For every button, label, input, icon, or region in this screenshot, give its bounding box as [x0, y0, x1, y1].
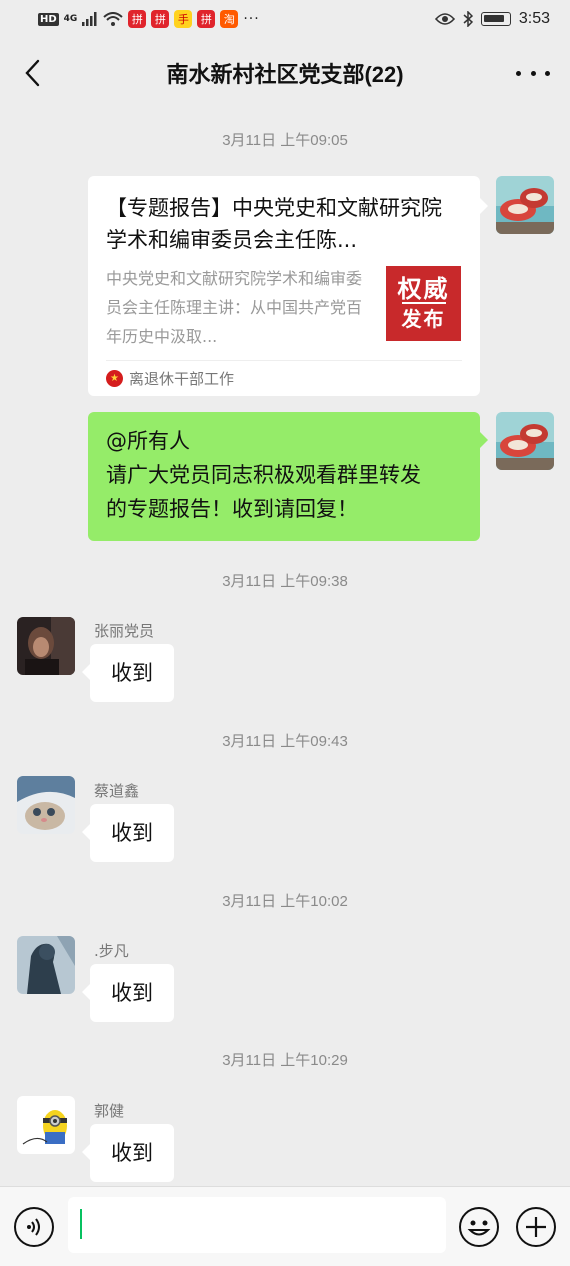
shared-article-card[interactable]: 【专题报告】中央党史和文献研究院学术和编审委员会主任陈... 中央党史和文献研究… [88, 176, 488, 396]
pinduoduo-app-icon: 拼 [197, 10, 216, 28]
chevron-left-icon [25, 59, 40, 87]
avatar-image [17, 617, 75, 675]
more-dot-icon [545, 70, 550, 76]
message-line: 请广大党员同志积极观看群里转发 [106, 463, 421, 487]
avatar-sender[interactable] [17, 936, 75, 994]
chat-title: 南水新村社区党支部(22) [166, 62, 404, 87]
avatar-self[interactable] [496, 176, 554, 234]
sender-name: .步凡 [94, 942, 129, 960]
message-text: 收到 [111, 821, 153, 845]
article-title: 【专题报告】中央党史和文献研究院学术和编审委员会主任陈... [106, 196, 442, 252]
article-source: ★ 离退休干部工作 [106, 360, 462, 396]
emoji-button[interactable] [459, 1207, 499, 1247]
more-notifications-icon: ··· [243, 11, 260, 27]
more-dot-icon [530, 70, 536, 76]
eye-icon [434, 13, 455, 25]
sender-name: 郭健 [94, 1102, 125, 1120]
message-timestamp: 3月11日 上午10:29 [222, 1052, 348, 1069]
status-right: 3:53 [434, 10, 550, 28]
avatar-sender[interactable] [17, 1096, 75, 1154]
received-message-bubble[interactable]: 收到 [82, 644, 174, 702]
text-cursor [80, 1209, 82, 1239]
pinduoduo-app-icon: 拼 [151, 10, 170, 28]
message-timestamp: 3月11日 上午09:43 [222, 733, 348, 750]
thumbnail-text-bottom: 发布 [401, 301, 446, 332]
more-options-button[interactable] [516, 60, 550, 86]
avatar-image [496, 176, 554, 234]
article-source-name: 离退休干部工作 [129, 370, 235, 388]
emoji-icon [467, 1220, 491, 1236]
chat-header: 南水新村社区党支部(22) [0, 38, 570, 108]
sender-name: 蔡道鑫 [94, 782, 140, 800]
network-type: 4G [63, 14, 78, 24]
avatar-sender[interactable] [17, 776, 75, 834]
received-message-bubble[interactable]: 收到 [82, 964, 174, 1022]
message-timestamp: 3月11日 上午09:05 [222, 132, 348, 149]
article-thumbnail: 权威 发布 [386, 266, 461, 341]
clock: 3:53 [518, 10, 550, 27]
voice-icon [27, 1218, 40, 1236]
message-text: 收到 [111, 981, 153, 1005]
signal-icon [82, 12, 97, 26]
battery-icon [480, 12, 511, 26]
message-timestamp: 3月11日 上午09:38 [222, 573, 348, 590]
message-text: 收到 [111, 661, 153, 685]
avatar-image [17, 936, 75, 994]
avatar-self[interactable] [496, 412, 554, 470]
kuaishou-app-icon: 手 [174, 10, 193, 28]
avatar-image [496, 412, 554, 470]
message-input[interactable] [68, 1197, 446, 1253]
thumbnail-text-top: 权威 [397, 274, 450, 303]
hd-indicator: HD [38, 12, 59, 26]
message-timestamp: 3月11日 上午10:02 [222, 893, 348, 910]
chat-input-bar [0, 1186, 570, 1266]
wifi-icon [103, 12, 123, 26]
avatar-image [17, 776, 75, 834]
self-message-bubble[interactable]: @所有人 请广大党员同志积极观看群里转发 的专题报告！收到请回复！ [88, 412, 488, 541]
status-bar: HD 4G 拼 拼 手 拼 淘 ··· 3:53 [0, 0, 570, 38]
received-message-bubble[interactable]: 收到 [82, 1124, 174, 1182]
party-emblem-icon: ★ [106, 370, 123, 387]
sender-name: 张丽党员 [94, 622, 155, 640]
bluetooth-icon [463, 11, 473, 27]
avatar-image [17, 1096, 75, 1154]
more-dot-icon [516, 70, 521, 76]
pinduoduo-app-icon: 拼 [128, 10, 147, 28]
message-line: 的专题报告！收到请回复！ [106, 497, 358, 521]
avatar-sender[interactable] [17, 617, 75, 675]
received-message-bubble[interactable]: 收到 [82, 804, 174, 862]
back-button[interactable] [14, 55, 50, 91]
plus-icon [526, 1217, 546, 1237]
taobao-app-icon: 淘 [220, 10, 239, 28]
voice-input-button[interactable] [14, 1207, 54, 1247]
status-left: HD 4G 拼 拼 手 拼 淘 ··· [38, 10, 260, 28]
article-body: 中央党史和文献研究院学术和编审委员会主任陈理主讲：从中国共产党百年历史中汲取..… [106, 264, 462, 351]
message-line: @所有人 [106, 429, 190, 453]
more-functions-button[interactable] [516, 1207, 556, 1247]
message-text: 收到 [111, 1141, 153, 1165]
article-description: 中央党史和文献研究院学术和编审委员会主任陈理主讲：从中国共产党百年历史中汲取..… [106, 269, 363, 346]
